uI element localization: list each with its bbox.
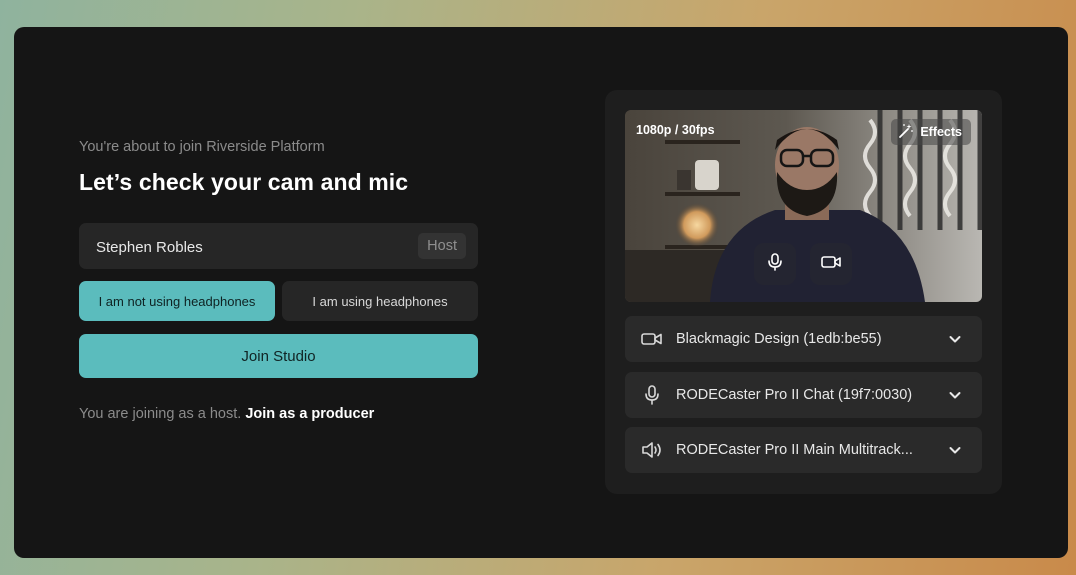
name-input[interactable] — [79, 223, 398, 271]
joining-role-text: You are joining as a host. — [79, 406, 242, 422]
magic-wand-icon — [898, 123, 914, 142]
effects-label: Effects — [920, 125, 962, 139]
app-window: You're about to join Riverside Platform … — [14, 27, 1068, 558]
headphones-toggle: I am not using headphones I am using hea… — [79, 281, 478, 321]
speaker-select[interactable]: RODECaster Pro II Main Multitrack... — [625, 427, 982, 473]
camera-icon — [820, 252, 842, 277]
join-form: You're about to join Riverside Platform … — [79, 139, 479, 422]
toggle-camera-button[interactable] — [810, 243, 852, 285]
speaker-icon — [641, 440, 663, 460]
camera-icon — [641, 329, 663, 349]
join-as-producer-link[interactable]: Join as a producer — [245, 406, 374, 422]
chevron-down-icon — [948, 388, 962, 402]
camera-device-label: Blackmagic Design (1edb:be55) — [676, 331, 882, 347]
microphone-icon — [765, 252, 785, 277]
camera-preview: 1080p / 30fps Effects — [625, 110, 982, 302]
microphone-device-label: RODECaster Pro II Chat (19f7:0030) — [676, 387, 913, 403]
using-headphones-button[interactable]: I am using headphones — [282, 281, 478, 321]
name-field-container: Host — [79, 223, 478, 271]
microphone-select[interactable]: RODECaster Pro II Chat (19f7:0030) — [625, 372, 982, 418]
chevron-down-icon — [948, 443, 962, 457]
mute-microphone-button[interactable] — [754, 243, 796, 285]
chevron-down-icon — [948, 332, 962, 346]
resolution-label: 1080p / 30fps — [636, 123, 715, 137]
joining-as-text: You are joining as a host. Join as a pro… — [79, 406, 479, 422]
device-panel: 1080p / 30fps Effects Blackmagic Design … — [605, 90, 1002, 494]
speaker-device-label: RODECaster Pro II Main Multitrack... — [676, 442, 913, 458]
microphone-icon — [641, 385, 663, 405]
camera-select[interactable]: Blackmagic Design (1edb:be55) — [625, 316, 982, 362]
join-subtitle: You're about to join Riverside Platform — [79, 139, 325, 155]
join-studio-button[interactable]: Join Studio — [79, 334, 478, 378]
not-using-headphones-button[interactable]: I am not using headphones — [79, 281, 275, 321]
effects-button[interactable]: Effects — [891, 119, 971, 145]
page-title: Let’s check your cam and mic — [79, 169, 409, 195]
role-badge: Host — [418, 233, 466, 259]
